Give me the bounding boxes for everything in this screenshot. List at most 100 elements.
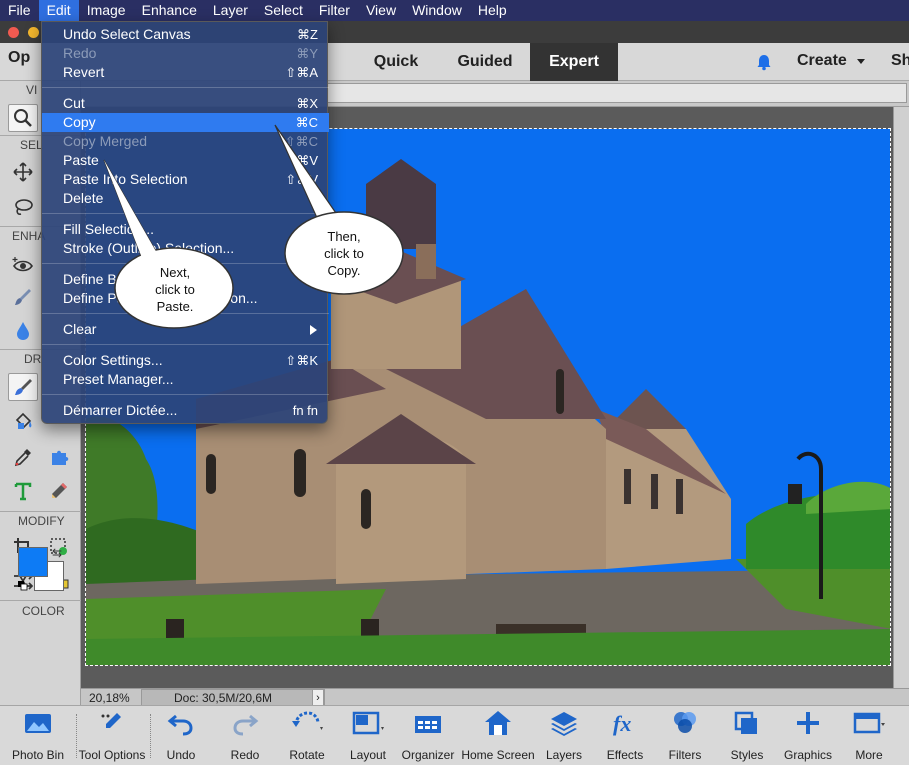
- tab-quick[interactable]: Quick: [352, 43, 440, 81]
- rotate-button[interactable]: Rotate: [280, 706, 334, 765]
- styles-icon: [734, 711, 757, 734]
- menu-filter[interactable]: Filter: [311, 0, 358, 21]
- rotate-label: Rotate: [289, 748, 325, 762]
- move-icon: [13, 162, 33, 182]
- healing-brush-tool[interactable]: [8, 283, 38, 311]
- menu-enhance[interactable]: Enhance: [134, 0, 205, 21]
- menu-item-start-dictation[interactable]: Démarrer Dictée... fn fn: [42, 401, 329, 420]
- zoom-tool[interactable]: [8, 104, 38, 132]
- eyedropper-tool[interactable]: [8, 443, 38, 471]
- menu-item-cut[interactable]: Cut ⌘X: [42, 94, 329, 113]
- menu-image[interactable]: Image: [79, 0, 134, 21]
- undo-label: Undo: [166, 748, 196, 762]
- move-tool[interactable]: [8, 158, 38, 186]
- minimize-window-button[interactable]: [28, 27, 39, 38]
- droplet-icon: [17, 322, 29, 340]
- layout-icon: [352, 711, 384, 735]
- open-button[interactable]: Op: [8, 49, 30, 67]
- default-colors-icon[interactable]: [18, 581, 28, 591]
- paint-bucket-icon: [15, 412, 32, 429]
- filters-button[interactable]: Filters: [658, 706, 712, 765]
- effects-button[interactable]: fx Effects: [598, 706, 652, 765]
- share-button[interactable]: Sh: [891, 52, 909, 70]
- menu-layer[interactable]: Layer: [205, 0, 256, 21]
- home-screen-label: Home Screen: [461, 748, 535, 762]
- status-bar: 20,18% Doc: 30,5M/20,6M ›: [81, 688, 909, 707]
- menu-help[interactable]: Help: [470, 0, 515, 21]
- graphics-label: Graphics: [783, 748, 833, 762]
- zoom-level[interactable]: 20,18%: [89, 691, 130, 705]
- pencil-tool[interactable]: [44, 477, 74, 505]
- callout-next-text: Next, click to Paste.: [155, 265, 195, 314]
- styles-button[interactable]: Styles: [720, 706, 774, 765]
- styles-label: Styles: [730, 748, 764, 762]
- photo-bin-label: Photo Bin: [11, 748, 65, 762]
- photo-bin-button[interactable]: Photo Bin: [2, 706, 74, 765]
- tab-guided[interactable]: Guided: [440, 43, 530, 81]
- menu-select[interactable]: Select: [256, 0, 311, 21]
- callout-then-text: Then, click to Copy.: [324, 229, 364, 278]
- photo-bin-icon: [25, 714, 51, 733]
- close-window-button[interactable]: [8, 27, 19, 38]
- redo-button[interactable]: Redo: [216, 706, 274, 765]
- redo-icon: [233, 714, 259, 736]
- tool-options-button[interactable]: Tool Options: [74, 706, 150, 765]
- menu-item-preset-manager[interactable]: Preset Manager...: [42, 370, 329, 389]
- more-button[interactable]: More: [842, 706, 896, 765]
- create-button[interactable]: Create: [797, 52, 847, 70]
- organizer-label: Organizer: [401, 748, 455, 762]
- rotate-icon: [292, 711, 323, 730]
- menu-file[interactable]: File: [0, 0, 39, 21]
- type-icon: [14, 482, 32, 501]
- svg-text:fx: fx: [613, 711, 631, 736]
- layers-icon: [551, 712, 577, 736]
- paint-bucket-tool[interactable]: [8, 407, 38, 435]
- fx-icon: fx: [613, 711, 631, 736]
- menu-window[interactable]: Window: [404, 0, 470, 21]
- bell-icon[interactable]: [755, 53, 773, 71]
- menu-item-revert[interactable]: Revert ⇧⌘A: [42, 63, 329, 82]
- menubar: File Edit Image Enhance Layer Select Fil…: [0, 0, 909, 21]
- layers-label: Layers: [545, 748, 583, 762]
- eye-icon: [12, 257, 33, 272]
- vertical-scrollbar[interactable]: [893, 107, 909, 688]
- tab-expert[interactable]: Expert: [530, 43, 618, 81]
- organizer-icon: [415, 716, 441, 733]
- menu-item-color-settings[interactable]: Color Settings... ⇧⌘K: [42, 351, 329, 370]
- paintbrush-icon: [15, 379, 32, 395]
- red-eye-tool[interactable]: [8, 251, 38, 279]
- foreground-color-swatch[interactable]: [18, 547, 48, 577]
- menu-item-undo-select-canvas[interactable]: Undo Select Canvas ⌘Z: [42, 25, 329, 44]
- graphics-button[interactable]: Graphics: [780, 706, 836, 765]
- redo-label: Redo: [230, 748, 260, 762]
- tool-options-icon: [101, 713, 121, 728]
- lasso-icon: [15, 199, 33, 215]
- menu-edit[interactable]: Edit: [38, 0, 79, 21]
- magnifier-icon: [14, 109, 32, 127]
- swap-colors-icon[interactable]: ⇆: [52, 546, 62, 560]
- text-tool[interactable]: [8, 477, 38, 505]
- pencil-icon: [52, 483, 67, 498]
- layers-button[interactable]: Layers: [538, 706, 590, 765]
- bottom-taskbar: Photo Bin Tool Options Undo Redo Rotate …: [0, 705, 909, 765]
- menu-view[interactable]: View: [358, 0, 404, 21]
- plus-icon: [797, 712, 819, 734]
- chevron-down-icon[interactable]: [857, 59, 865, 64]
- puzzle-icon: [52, 450, 69, 465]
- undo-button[interactable]: Undo: [152, 706, 210, 765]
- organizer-button[interactable]: Organizer: [398, 706, 458, 765]
- document-tab-strip: [327, 83, 907, 103]
- lasso-tool[interactable]: [8, 193, 38, 221]
- callout-next-bubble: [103, 159, 234, 329]
- effects-label: Effects: [606, 748, 644, 762]
- more-panels-icon: [853, 712, 885, 734]
- custom-shape-tool[interactable]: [44, 443, 74, 471]
- filters-label: Filters: [668, 748, 702, 762]
- home-screen-button[interactable]: Home Screen: [460, 706, 536, 765]
- layout-button[interactable]: Layout: [342, 706, 394, 765]
- blur-tool[interactable]: [8, 317, 38, 345]
- layout-label: Layout: [349, 748, 387, 762]
- filters-icon: [674, 712, 696, 733]
- home-icon: [485, 711, 511, 735]
- brush-tool[interactable]: [8, 373, 38, 401]
